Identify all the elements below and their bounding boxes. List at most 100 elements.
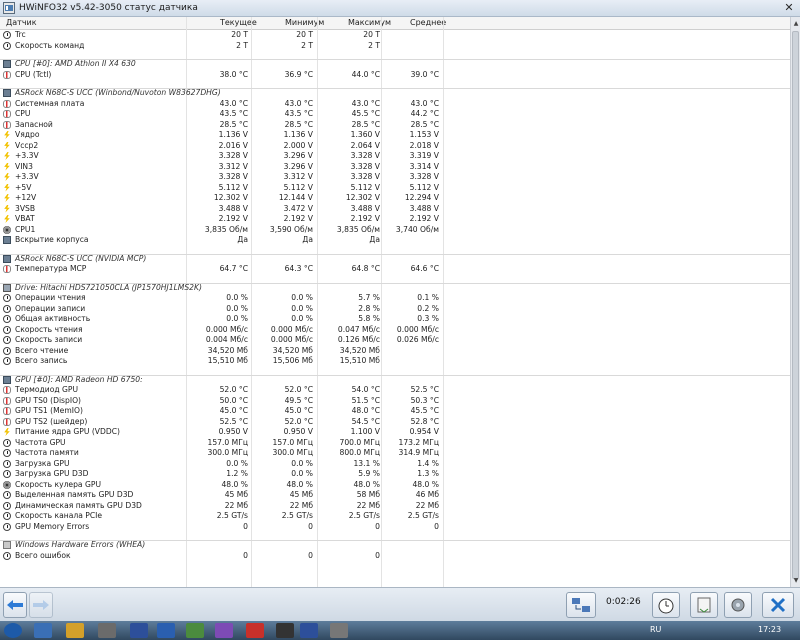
sensor-row[interactable]: +12V 12.302 V 12.144 V 12.302 V 12.294 V bbox=[0, 193, 790, 204]
sensor-label: Запасной bbox=[15, 119, 53, 129]
sensor-row[interactable]: GPU TS1 (MemIO) 45.0 °C 45.0 °C 48.0 °C 45.5… bbox=[0, 406, 790, 417]
sensor-row[interactable]: Всего ошибок 0 0 0 bbox=[0, 551, 790, 562]
sensor-row[interactable]: Питание ядра GPU (VDDC) 0.950 V 0.950 V 1.1… bbox=[0, 427, 790, 438]
save-report-button[interactable] bbox=[690, 592, 718, 618]
clock-icon bbox=[3, 512, 11, 520]
sensor-row[interactable]: Системная плата 43.0 °C 43.0 °C 43.0 °C 43.0… bbox=[0, 99, 790, 110]
sensor-row[interactable]: Температура MCP 64.7 °C 64.3 °C 64.8 °C 64.6… bbox=[0, 264, 790, 275]
sensor-group-header[interactable]: CPU [#0]: AMD Athlon II X4 630 bbox=[0, 59, 790, 70]
hwinfo-window: HWiNFO32 v5.42-3050 статус датчика ✕ Дат… bbox=[0, 0, 800, 640]
nav-back-button[interactable] bbox=[3, 592, 27, 618]
network-button[interactable] bbox=[566, 592, 596, 618]
sensor-row[interactable]: Скорость канала PCIe 2.5 GT/s 2.5 GT/s 2.5 … bbox=[0, 511, 790, 522]
chip-icon bbox=[3, 236, 11, 244]
sensor-label: Вскрытие корпуса bbox=[15, 235, 89, 244]
start-button[interactable] bbox=[4, 623, 22, 638]
sensor-row[interactable]: +5V 5.112 V 5.112 V 5.112 V 5.112 V bbox=[0, 183, 790, 194]
sensor-group-header[interactable]: Windows Hardware Errors (WHEA) bbox=[0, 540, 790, 551]
sensor-row[interactable]: Выделенная память GPU D3D 45 Мб 45 Мб 58 Мб… bbox=[0, 490, 790, 501]
settings-button[interactable] bbox=[724, 592, 752, 618]
clock-icon bbox=[3, 336, 11, 344]
scroll-thumb[interactable] bbox=[792, 31, 799, 579]
sensor-label: Динамическая память GPU D3D bbox=[15, 500, 142, 510]
sensor-group-header[interactable]: ASRock N68C-S UCC (NVIDIA MCP) bbox=[0, 253, 790, 265]
sensor-label: +5V bbox=[15, 182, 32, 192]
sensor-row[interactable]: +3.3V 3.328 V 3.296 V 3.328 V 3.319 V bbox=[0, 151, 790, 162]
sensor-row[interactable]: GPU Memory Errors 0 0 0 0 bbox=[0, 522, 790, 533]
taskbar-app-media[interactable] bbox=[276, 623, 294, 638]
sensor-row[interactable]: CPU1 3,835 Об/м 3,590 Об/м 3,835 Об/м 3,740 … bbox=[0, 225, 790, 236]
taskbar-app-save[interactable] bbox=[300, 623, 318, 638]
sensor-row[interactable]: Скорость команд 2 T2 T2 T bbox=[0, 41, 790, 52]
clock-icon bbox=[3, 438, 11, 447]
column-header-max[interactable]: Максимум bbox=[348, 18, 391, 27]
voltage-icon bbox=[4, 173, 10, 181]
sensor-row[interactable]: VIN3 3.312 V 3.296 V 3.328 V 3.314 V bbox=[0, 162, 790, 173]
sensor-row[interactable]: Скорость кулера GPU 48.0 % 48.0 % 48.0 % 48.… bbox=[0, 480, 790, 491]
sensor-row[interactable]: Vccp2 2.016 V 2.000 V 2.064 V 2.018 V bbox=[0, 141, 790, 152]
sensor-row[interactable]: Trc 20 T 20 T 20 T bbox=[0, 30, 790, 41]
scroll-up-icon[interactable]: ▲ bbox=[792, 19, 800, 28]
sensor-row[interactable]: Загрузка GPU D3D 1.2 % 0.0 % 5.9 % 1.3 % bbox=[0, 469, 790, 480]
column-header-sensor[interactable]: Датчик bbox=[6, 18, 37, 27]
sensor-row[interactable]: Частота GPU 157.0 МГц 157.0 МГц 700.0 МГц 17… bbox=[0, 438, 790, 449]
sensor-row[interactable]: Всего запись 15,510 Мб 15,506 Мб 15,510 Мб bbox=[0, 356, 790, 367]
taskbar-clock[interactable]: 17:23 bbox=[758, 625, 781, 634]
taskbar-app-monitor[interactable] bbox=[330, 623, 348, 638]
sensor-row[interactable]: CPU (Tctl) 38.0 °C 36.9 °C 44.0 °C 39.0 °C bbox=[0, 70, 790, 81]
scroll-down-icon[interactable]: ▼ bbox=[792, 576, 800, 585]
value-avg: 1.3 % bbox=[417, 469, 439, 478]
sensor-row[interactable]: Частота памяти 300.0 МГц 300.0 МГц 800.0 МГ… bbox=[0, 448, 790, 459]
sensor-row[interactable]: Vядро 1.136 V 1.136 V 1.360 V 1.153 V bbox=[0, 130, 790, 141]
taskbar-app-yandex[interactable] bbox=[246, 623, 264, 638]
sensor-label: Загрузка GPU D3D bbox=[15, 469, 89, 478]
sensor-row[interactable]: Скорость записи 0.004 Мб/с 0.000 Мб/с 0.126… bbox=[0, 335, 790, 346]
taskbar-app-chrome[interactable] bbox=[66, 623, 84, 638]
sensor-row[interactable]: VBAT 2.192 V 2.192 V 2.192 V 2.192 V bbox=[0, 214, 790, 225]
sensor-row[interactable]: Термодиод GPU 52.0 °C 52.0 °C 54.0 °C 52.5 °… bbox=[0, 385, 790, 396]
sensor-row[interactable]: Общая активность 0.0 % 0.0 % 5.8 % 0.3 % bbox=[0, 314, 790, 325]
value-avg: 3.488 V bbox=[409, 203, 439, 213]
sensor-row[interactable]: Запасной 28.5 °C 28.5 °C 28.5 °C 28.5 °C bbox=[0, 120, 790, 131]
vertical-scrollbar[interactable]: ▲ ▼ bbox=[790, 17, 800, 587]
sensor-group-header[interactable]: ASRock N68C-S UCC (Winbond/Nuvoton W8362… bbox=[0, 88, 790, 99]
clock-button[interactable] bbox=[652, 592, 680, 618]
clock-icon bbox=[3, 491, 11, 499]
sensor-group-header[interactable]: Drive: Hitachi HDS721050CLA (JP1570HJ1LM… bbox=[0, 282, 790, 294]
value-avg: 0.954 V bbox=[409, 427, 439, 436]
sensor-row[interactable]: GPU TS0 (DispIO) 50.0 °C 49.5 °C 51.5 °C 50.… bbox=[0, 396, 790, 407]
sensor-row[interactable]: CPU 43.5 °C 43.5 °C 45.5 °C 44.2 °C bbox=[0, 109, 790, 120]
sensor-row[interactable]: GPU TS2 (шейдер) 52.5 °C 52.0 °C 54.5 °C 52.… bbox=[0, 417, 790, 428]
taskbar-app-word[interactable] bbox=[157, 623, 175, 638]
taskbar-app-green[interactable] bbox=[186, 623, 204, 638]
taskbar-app-floppy[interactable] bbox=[130, 623, 148, 638]
sensor-row[interactable]: Операции записи 0.0 % 0.0 % 2.8 % 0.2 % bbox=[0, 304, 790, 315]
sensor-row[interactable]: Скорость чтения 0.000 Мб/с 0.000 Мб/с 0.047… bbox=[0, 325, 790, 336]
column-header-avg[interactable]: Среднее bbox=[410, 18, 446, 27]
close-icon[interactable]: ✕ bbox=[782, 1, 796, 15]
sensor-row[interactable]: Вскрытие корпуса Да Да Да bbox=[0, 235, 790, 246]
sensor-row[interactable]: 3VSB 3.488 V 3.472 V 3.488 V 3.488 V bbox=[0, 204, 790, 215]
elapsed-timer: 0:02:26 bbox=[606, 597, 641, 607]
fan-icon bbox=[3, 225, 11, 234]
column-header-min[interactable]: Минимум bbox=[285, 18, 324, 27]
value-avg: 0.2 % bbox=[417, 303, 439, 313]
nav-forward-button[interactable] bbox=[29, 592, 53, 618]
sensor-row[interactable]: Загрузка GPU 0.0 % 0.0 % 13.1 % 1.4 % bbox=[0, 459, 790, 470]
value-avg: 64.6 °C bbox=[410, 264, 439, 273]
sensor-row[interactable]: +3.3V 3.328 V 3.312 V 3.328 V 3.328 V bbox=[0, 172, 790, 183]
taskbar-app-tool[interactable] bbox=[98, 623, 116, 638]
sensor-label: Температура MCP bbox=[15, 264, 87, 273]
sensor-row[interactable]: Всего чтение 34,520 Мб 34,520 Мб 34,520 Мб bbox=[0, 346, 790, 357]
sensor-row[interactable]: Динамическая память GPU D3D 22 Мб 22 Мб 22 … bbox=[0, 501, 790, 512]
language-indicator[interactable]: RU bbox=[650, 625, 661, 634]
title-bar[interactable]: HWiNFO32 v5.42-3050 статус датчика ✕ bbox=[0, 0, 800, 17]
taskbar-app-explorer[interactable] bbox=[34, 623, 52, 638]
sensor-group-header[interactable]: GPU [#0]: AMD Radeon HD 6750: bbox=[0, 374, 790, 386]
close-button[interactable] bbox=[762, 592, 794, 618]
taskbar-app-viber[interactable] bbox=[215, 623, 233, 638]
value-avg: 1.4 % bbox=[417, 458, 439, 468]
sensor-row[interactable]: Операции чтения 0.0 % 0.0 % 5.7 % 0.1 % bbox=[0, 293, 790, 304]
